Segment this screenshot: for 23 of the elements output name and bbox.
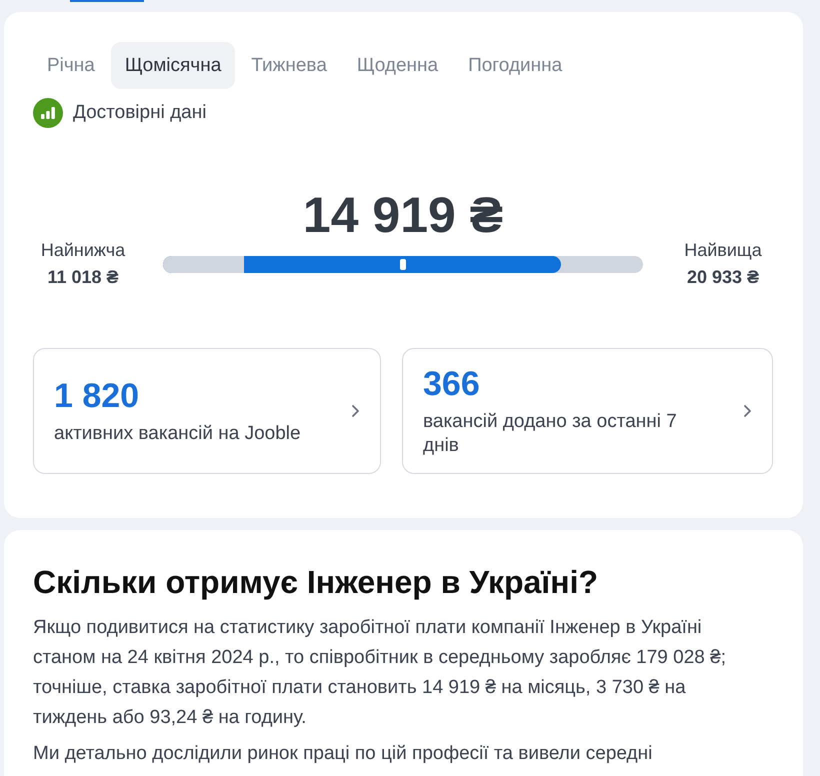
period-tab[interactable]: Щоденна	[342, 42, 452, 89]
chevron-right-icon	[350, 404, 360, 418]
article-heading: Скільки отримує Інженер в Україні?	[33, 564, 600, 601]
reliability-label: Достовірні дані	[73, 102, 206, 124]
stat-value: 366	[423, 364, 481, 404]
stat-label: активних вакансій на Jooble	[54, 422, 302, 446]
min-label: Найнижча	[40, 240, 126, 261]
period-tab[interactable]: Річна	[33, 42, 109, 89]
max-value: 20 933 ₴	[686, 267, 760, 288]
min-value: 11 018 ₴	[47, 267, 119, 288]
chevron-right-icon	[742, 404, 752, 418]
period-tab[interactable]: Тижнева	[237, 42, 341, 89]
stat-value: 1 820	[54, 376, 140, 416]
salary-amount: 14 919 ₴	[302, 186, 504, 245]
stat-label: вакансій додано за останні 7 днів	[423, 410, 678, 458]
article-paragraph: Якщо подивитися на статистику заробітної плати компанії Інженер в Україні станом на 24 квітня 2024 р., то співробітник в середньому заробляє 179 028 ₴; точніше, ставка заробітної плати становить 14 919 ₴ на місяць, 3 730 ₴ на тиждень або 93,24 ₴ на годину.	[33, 616, 727, 730]
period-tab[interactable]: Погодинна	[454, 42, 576, 89]
signal-bars-icon	[33, 98, 63, 128]
stat-card[interactable]: 1 820 активних вакансій на Jooble	[33, 348, 381, 474]
max-label: Найвища	[684, 240, 762, 261]
article-paragraph: Ми детально дослідили ринок праці по цій професії та вивели середні	[33, 742, 654, 766]
period-tab[interactable]: Щомісячна	[110, 42, 236, 89]
stat-card[interactable]: 366 вакансій додано за останні 7 днів	[402, 348, 773, 474]
